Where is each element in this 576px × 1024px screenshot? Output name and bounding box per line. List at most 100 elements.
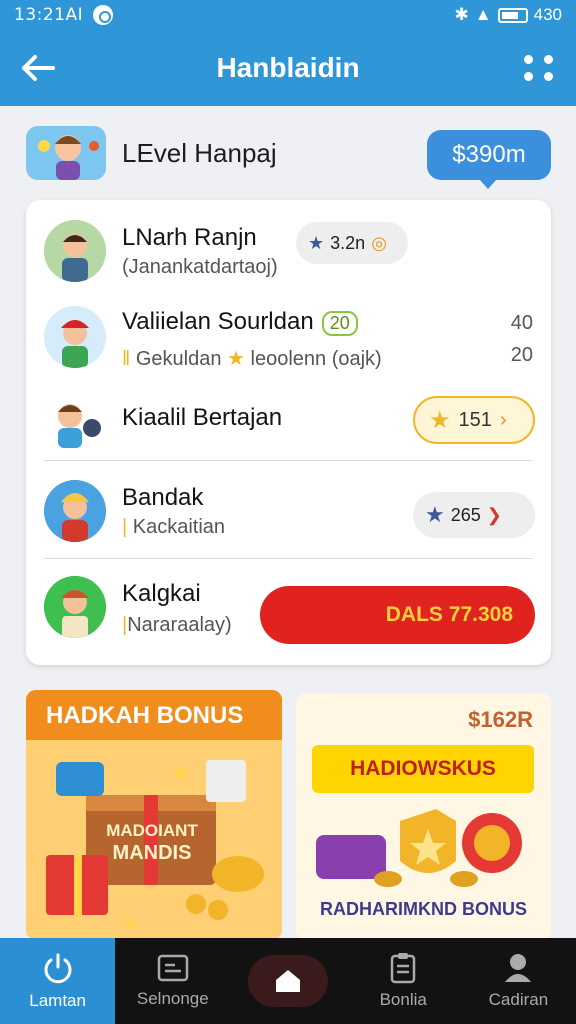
list-item[interactable]: Valiielan Sourldan 20 ‖ Gekuldan ★ leoole…	[26, 300, 551, 380]
player-subtitle: ‖ Gekuldan ★ leoolenn (oajk)	[122, 346, 382, 371]
avatar	[44, 480, 106, 542]
stat-top: 40	[510, 312, 533, 334]
notification-icon	[93, 5, 114, 25]
bonus-caption: RADHARIMKND BONUS	[320, 899, 527, 919]
player-subtitle-text: Kackaitian	[132, 516, 226, 538]
nav-label: Bonlia	[379, 990, 427, 1009]
player-subtitle: | Kackaitian	[122, 516, 225, 539]
bonus-promo-left[interactable]: HADKAH BONUS MADOIANT MANDIS	[26, 690, 282, 940]
gift-box-label: MADOIANT MANDIS	[94, 820, 210, 864]
menu-dot-icon	[544, 55, 553, 64]
nav-label: Cadiran	[488, 990, 549, 1009]
kid-avatar-icon	[44, 576, 106, 638]
nav-item-home[interactable]	[230, 938, 345, 1024]
player-name: LNarh Ranjn	[122, 224, 257, 251]
card-icon	[157, 954, 189, 982]
kid-avatar-icon	[44, 220, 106, 282]
balance-pill[interactable]: $390m	[427, 130, 551, 189]
score-pill[interactable]: ★ 151 ›	[413, 396, 535, 444]
status-time: 13:21AI	[14, 5, 84, 25]
player-subtitle: (Janankatdartaoj)	[122, 256, 278, 278]
player-name-text: Valiielan Sourldan	[122, 308, 314, 335]
kid-avatar-icon	[44, 306, 106, 368]
battery-icon	[497, 7, 528, 23]
stat-bottom: 20	[510, 344, 533, 366]
player-subtitle: |Nararaalay)	[122, 614, 232, 637]
level-title: LEvel Hanpaj	[122, 138, 277, 168]
kid-avatar-icon	[44, 480, 106, 542]
home-button[interactable]	[248, 955, 328, 1007]
star-icon: ★	[308, 232, 325, 253]
status-bar: 13:21AI ✱ ▲ 430	[0, 0, 576, 30]
divider	[44, 558, 533, 559]
player-name: Bandak	[122, 484, 204, 511]
user-icon	[505, 954, 532, 982]
bottom-nav: Lamtan Selnonge Bonlia Cadiran	[0, 938, 576, 1024]
score-pill[interactable]: ★ 3.2n ◎	[296, 222, 408, 264]
list-item[interactable]: LNarh Ranjn (Janankatdartaoj) ★ 3.2n ◎	[26, 214, 551, 294]
app-header: Hanblaidin	[0, 30, 576, 106]
kid-avatar-icon	[58, 404, 101, 448]
menu-dot-icon	[524, 55, 533, 64]
home-icon	[276, 970, 300, 992]
nav-label: Lamtan	[29, 991, 86, 1010]
nav-label: Selnonge	[136, 989, 209, 1008]
claim-button[interactable]: DALS 77.308	[260, 586, 535, 644]
nav-item-selnonge[interactable]: Selnonge	[115, 938, 230, 1024]
status-right-text: 430	[533, 5, 562, 24]
star-icon: ★	[227, 348, 245, 370]
list-item[interactable]: Kalgkai |Nararaalay) DALS 77.308	[26, 566, 551, 656]
star-icon: ★	[425, 502, 445, 527]
player-name: Kiaalil Bertajan	[122, 404, 283, 431]
player-subtitle-text: Nararaalay)	[127, 614, 232, 636]
menu-dot-icon	[524, 72, 533, 81]
player-subtitle-extra: leoolenn (oajk)	[250, 348, 382, 370]
status-indicators: ✱ ▲ 430	[455, 5, 562, 25]
tag-icon: |	[122, 516, 128, 538]
gift-box-label-1: MADOIANT	[106, 821, 198, 840]
claim-button-label: DALS 77.308	[385, 603, 513, 626]
score-value: 265	[450, 504, 481, 525]
back-button[interactable]	[18, 48, 58, 88]
treasure-illustration	[316, 809, 522, 887]
clipboard-icon	[390, 953, 416, 984]
score-value: 3.2n	[330, 232, 366, 253]
kid-avatar-icon	[38, 135, 99, 180]
back-arrow-icon	[22, 55, 55, 81]
avatar	[44, 576, 106, 638]
score-value: 151	[458, 408, 492, 431]
level-avatar[interactable]	[26, 126, 106, 180]
nav-item-bonlia[interactable]: Bonlia	[346, 938, 461, 1024]
player-list-card: LNarh Ranjn (Janankatdartaoj) ★ 3.2n ◎ V…	[26, 200, 551, 665]
avatar	[44, 390, 106, 452]
nav-item-cadiran[interactable]: Cadiran	[461, 938, 576, 1024]
avatar	[44, 220, 106, 282]
chevron-right-icon: ›	[499, 408, 507, 431]
nav-item-lamtan[interactable]: Lamtan	[0, 938, 116, 1024]
coin-icon: ◎	[371, 232, 387, 253]
page-title: Hanblaidin	[216, 52, 360, 83]
power-icon	[44, 953, 72, 984]
score-pill[interactable]: ★ 265 ❯	[413, 492, 535, 538]
bonus-promo-right[interactable]: $162R HADIOWSKUS RADHARIMKND BONUS	[296, 693, 551, 940]
menu-dot-icon	[544, 72, 553, 81]
wifi-icon: ▲	[474, 5, 492, 24]
player-name: Valiielan Sourldan 20	[122, 308, 358, 336]
player-subtitle-text: Gekuldan	[135, 348, 222, 370]
bonus-ribbon-text: HADIOWSKUS	[350, 757, 496, 780]
gift-box-illustration	[26, 740, 282, 940]
bonus-price: $162R	[468, 707, 533, 732]
level-badge: 20	[321, 311, 358, 336]
chevron-right-icon: ❯	[486, 504, 502, 525]
tag-icon: ‖	[122, 348, 131, 370]
gift-box-label-2: MANDIS	[112, 842, 192, 864]
avatar	[44, 306, 106, 368]
list-item[interactable]: Bandak | Kackaitian ★ 265 ❯	[26, 470, 551, 556]
divider	[44, 460, 533, 461]
star-icon: ★	[429, 406, 451, 434]
balance-value: $390m	[452, 141, 526, 168]
bonus-ribbon: HADIOWSKUS	[312, 745, 534, 793]
more-menu-button[interactable]	[522, 50, 558, 86]
list-item[interactable]: Kiaalil Bertajan ★ 151 ›	[26, 386, 551, 460]
bluetooth-icon: ✱	[454, 5, 469, 24]
